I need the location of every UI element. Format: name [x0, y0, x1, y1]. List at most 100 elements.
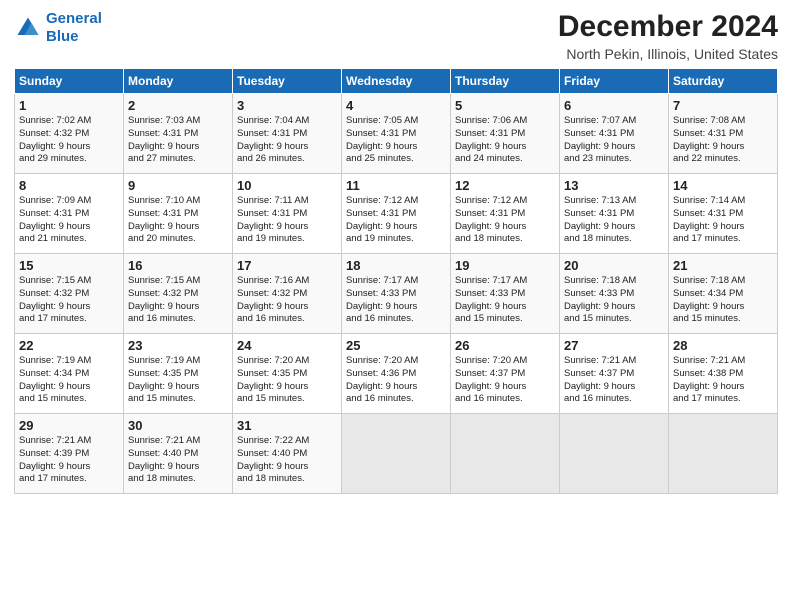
calendar-cell: 18Sunrise: 7:17 AMSunset: 4:33 PMDayligh…: [342, 254, 451, 334]
cell-line: Daylight: 9 hours: [237, 141, 337, 154]
cell-line: Daylight: 9 hours: [237, 381, 337, 394]
cell-line: Sunrise: 7:04 AM: [237, 115, 337, 128]
cell-line: and 18 minutes.: [128, 473, 228, 486]
cell-line: Sunrise: 7:18 AM: [564, 275, 664, 288]
weekday-header-monday: Monday: [124, 69, 233, 94]
cell-line: and 26 minutes.: [237, 153, 337, 166]
day-number: 27: [564, 338, 664, 353]
cell-line: Sunset: 4:32 PM: [19, 288, 119, 301]
logo-text: General Blue: [46, 10, 102, 46]
cell-line: Sunrise: 7:13 AM: [564, 195, 664, 208]
cell-line: and 16 minutes.: [455, 393, 555, 406]
calendar-cell: [451, 414, 560, 494]
cell-line: and 15 minutes.: [564, 313, 664, 326]
cell-line: and 25 minutes.: [346, 153, 446, 166]
cell-line: Sunrise: 7:17 AM: [346, 275, 446, 288]
cell-line: and 18 minutes.: [237, 473, 337, 486]
cell-line: Sunset: 4:31 PM: [19, 208, 119, 221]
day-number: 17: [237, 258, 337, 273]
calendar-cell: 8Sunrise: 7:09 AMSunset: 4:31 PMDaylight…: [15, 174, 124, 254]
day-number: 12: [455, 178, 555, 193]
weekday-header-thursday: Thursday: [451, 69, 560, 94]
day-number: 8: [19, 178, 119, 193]
cell-line: and 19 minutes.: [346, 233, 446, 246]
cell-line: Daylight: 9 hours: [455, 141, 555, 154]
cell-line: Daylight: 9 hours: [673, 221, 773, 234]
cell-line: Sunset: 4:32 PM: [128, 288, 228, 301]
cell-line: Sunset: 4:40 PM: [128, 448, 228, 461]
cell-line: and 16 minutes.: [346, 393, 446, 406]
cell-line: Sunrise: 7:15 AM: [128, 275, 228, 288]
calendar-cell: 4Sunrise: 7:05 AMSunset: 4:31 PMDaylight…: [342, 94, 451, 174]
cell-line: Daylight: 9 hours: [19, 381, 119, 394]
cell-line: Daylight: 9 hours: [346, 221, 446, 234]
weekday-header-tuesday: Tuesday: [233, 69, 342, 94]
cell-line: Sunset: 4:31 PM: [673, 128, 773, 141]
day-number: 6: [564, 98, 664, 113]
cell-line: Sunset: 4:33 PM: [455, 288, 555, 301]
day-number: 13: [564, 178, 664, 193]
day-number: 31: [237, 418, 337, 433]
day-number: 11: [346, 178, 446, 193]
calendar-cell: 13Sunrise: 7:13 AMSunset: 4:31 PMDayligh…: [560, 174, 669, 254]
cell-line: Daylight: 9 hours: [346, 381, 446, 394]
day-number: 14: [673, 178, 773, 193]
cell-line: Sunrise: 7:12 AM: [455, 195, 555, 208]
day-number: 23: [128, 338, 228, 353]
cell-line: and 15 minutes.: [19, 393, 119, 406]
calendar-cell: [669, 414, 778, 494]
month-title: December 2024: [558, 10, 778, 44]
cell-line: Daylight: 9 hours: [564, 141, 664, 154]
page-container: General Blue December 2024 North Pekin, …: [0, 0, 792, 502]
cell-line: and 22 minutes.: [673, 153, 773, 166]
cell-line: Sunrise: 7:11 AM: [237, 195, 337, 208]
cell-line: Daylight: 9 hours: [455, 221, 555, 234]
cell-line: Sunset: 4:31 PM: [455, 208, 555, 221]
day-number: 26: [455, 338, 555, 353]
calendar-cell: 12 Sunrise: 7:12 AMSunset: 4:31 PMDayligh…: [451, 174, 560, 254]
cell-line: Sunrise: 7:10 AM: [128, 195, 228, 208]
cell-line: Daylight: 9 hours: [128, 461, 228, 474]
calendar-cell: 7Sunrise: 7:08 AMSunset: 4:31 PMDaylight…: [669, 94, 778, 174]
calendar-cell: 30Sunrise: 7:21 AMSunset: 4:40 PMDayligh…: [124, 414, 233, 494]
weekday-header-wednesday: Wednesday: [342, 69, 451, 94]
day-number: 1: [19, 98, 119, 113]
day-number: 2: [128, 98, 228, 113]
cell-line: and 15 minutes.: [673, 313, 773, 326]
calendar-table: SundayMondayTuesdayWednesdayThursdayFrid…: [14, 68, 778, 494]
cell-line: Sunset: 4:36 PM: [346, 368, 446, 381]
week-row-0: 1Sunrise: 7:02 AMSunset: 4:32 PMDaylight…: [15, 94, 778, 174]
cell-line: Sunset: 4:31 PM: [455, 128, 555, 141]
logo: General Blue: [14, 10, 102, 46]
week-row-1: 8Sunrise: 7:09 AMSunset: 4:31 PMDaylight…: [15, 174, 778, 254]
cell-line: and 16 minutes.: [128, 313, 228, 326]
cell-line: Sunset: 4:34 PM: [673, 288, 773, 301]
cell-line: Daylight: 9 hours: [673, 381, 773, 394]
cell-line: and 17 minutes.: [673, 233, 773, 246]
calendar-cell: 26Sunrise: 7:20 AMSunset: 4:37 PMDayligh…: [451, 334, 560, 414]
cell-line: Sunrise: 7:19 AM: [19, 355, 119, 368]
calendar-cell: 29Sunrise: 7:21 AMSunset: 4:39 PMDayligh…: [15, 414, 124, 494]
cell-line: Sunset: 4:31 PM: [237, 128, 337, 141]
calendar-cell: 9Sunrise: 7:10 AMSunset: 4:31 PMDaylight…: [124, 174, 233, 254]
cell-line: Sunrise: 7:06 AM: [455, 115, 555, 128]
calendar-cell: 25Sunrise: 7:20 AMSunset: 4:36 PMDayligh…: [342, 334, 451, 414]
calendar-cell: [560, 414, 669, 494]
week-row-3: 22Sunrise: 7:19 AMSunset: 4:34 PMDayligh…: [15, 334, 778, 414]
cell-line: Sunset: 4:37 PM: [564, 368, 664, 381]
calendar-cell: 20Sunrise: 7:18 AMSunset: 4:33 PMDayligh…: [560, 254, 669, 334]
header-row: General Blue December 2024 North Pekin, …: [14, 10, 778, 62]
cell-line: and 24 minutes.: [455, 153, 555, 166]
cell-line: Daylight: 9 hours: [19, 301, 119, 314]
cell-line: Sunrise: 7:02 AM: [19, 115, 119, 128]
calendar-cell: 5Sunrise: 7:06 AMSunset: 4:31 PMDaylight…: [451, 94, 560, 174]
cell-line: Daylight: 9 hours: [455, 381, 555, 394]
calendar-cell: 21Sunrise: 7:18 AMSunset: 4:34 PMDayligh…: [669, 254, 778, 334]
day-number: 15: [19, 258, 119, 273]
title-block: December 2024 North Pekin, Illinois, Uni…: [558, 10, 778, 62]
calendar-cell: 31Sunrise: 7:22 AMSunset: 4:40 PMDayligh…: [233, 414, 342, 494]
cell-line: Sunset: 4:35 PM: [237, 368, 337, 381]
cell-line: and 27 minutes.: [128, 153, 228, 166]
calendar-cell: 17Sunrise: 7:16 AMSunset: 4:32 PMDayligh…: [233, 254, 342, 334]
cell-line: Daylight: 9 hours: [237, 461, 337, 474]
